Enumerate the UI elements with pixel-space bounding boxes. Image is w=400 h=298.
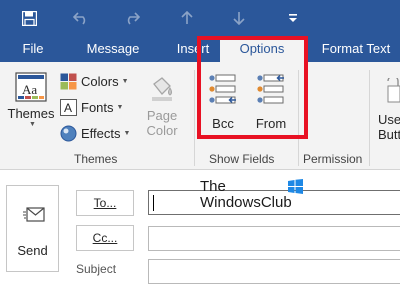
svg-text:Aa: Aa <box>22 82 37 97</box>
permission-icon <box>380 75 400 104</box>
tab-insert[interactable]: Insert <box>168 36 218 62</box>
outlook-compose-window: File Message Insert Options Format Text … <box>0 0 400 298</box>
effects-button[interactable]: Effects ▼ <box>60 122 130 144</box>
send-button[interactable]: Send <box>6 185 59 272</box>
watermark-line2: WindowsClub <box>200 194 292 211</box>
ribbon-tabs: File Message Insert Options Format Text <box>0 36 400 62</box>
bcc-field-icon <box>208 74 238 108</box>
from-button[interactable]: From <box>251 72 291 132</box>
down-arrow-icon[interactable] <box>228 8 250 28</box>
group-label-permission: Permission <box>303 152 363 166</box>
cc-label: Cc... <box>92 231 118 245</box>
tab-file[interactable]: File <box>12 36 54 62</box>
tab-options[interactable]: Options <box>220 36 304 62</box>
bcc-label: Bcc <box>212 116 234 131</box>
redo-icon[interactable] <box>121 8 143 28</box>
effects-label: Effects <box>81 125 121 141</box>
from-field-icon <box>256 74 286 108</box>
chevron-down-icon: ▼ <box>29 121 36 128</box>
cc-field[interactable] <box>148 226 400 251</box>
colors-label: Colors <box>81 73 119 89</box>
tab-message[interactable]: Message <box>80 36 146 62</box>
fonts-label: Fonts <box>81 99 114 115</box>
save-icon[interactable] <box>18 8 40 28</box>
group-label-themes: Themes <box>74 152 118 166</box>
title-bar <box>0 0 400 36</box>
page-color-label: Page Color <box>146 108 178 138</box>
group-divider <box>369 70 370 166</box>
to-button[interactable]: To... <box>76 190 134 216</box>
undo-icon[interactable] <box>70 8 92 28</box>
watermark: The WindowsClub <box>200 178 303 211</box>
fonts-button[interactable]: A Fonts ▼ <box>60 96 123 118</box>
themes-button[interactable]: Aa Themes ▼ <box>6 72 56 144</box>
up-arrow-icon[interactable] <box>176 8 198 28</box>
tab-format-text[interactable]: Format Text <box>314 36 398 62</box>
watermark-logo-icon <box>288 179 303 198</box>
group-label-show-fields: Show Fields <box>209 152 275 166</box>
group-divider <box>194 70 195 166</box>
chevron-down-icon: ▼ <box>123 129 131 137</box>
chevron-down-icon: ▼ <box>121 77 129 85</box>
from-label: From <box>255 116 287 131</box>
use-button-label: Use <box>378 112 400 127</box>
colors-button[interactable]: Colors ▼ <box>60 70 129 92</box>
fonts-icon: A <box>60 98 77 116</box>
themes-icon: Aa <box>15 72 47 102</box>
themes-button-label: Themes <box>7 106 55 121</box>
page-color-button[interactable]: Page Color <box>138 72 186 152</box>
group-divider <box>298 70 299 166</box>
subject-label: Subject <box>76 262 117 276</box>
cc-button[interactable]: Cc... <box>76 225 134 251</box>
send-label: Send <box>17 243 48 258</box>
send-icon <box>23 206 45 227</box>
to-label: To... <box>93 196 117 210</box>
effects-icon <box>60 125 77 142</box>
ribbon-options: Aa Themes ▼ Colors ▼ A Fonts ▼ Effects ▼… <box>0 62 400 170</box>
subject-field[interactable] <box>148 259 400 284</box>
chevron-down-icon: ▼ <box>116 103 124 111</box>
customize-toolbar-icon[interactable] <box>282 8 304 28</box>
use-button-label-line2: Butt <box>378 127 400 142</box>
colors-icon <box>60 73 77 90</box>
use-button[interactable]: Use Butt <box>372 72 400 144</box>
bcc-button[interactable]: Bcc <box>203 72 243 132</box>
svg-text:A: A <box>64 101 72 115</box>
text-cursor <box>153 195 154 211</box>
watermark-line1: The <box>200 178 226 195</box>
paint-bucket-icon <box>148 76 176 102</box>
